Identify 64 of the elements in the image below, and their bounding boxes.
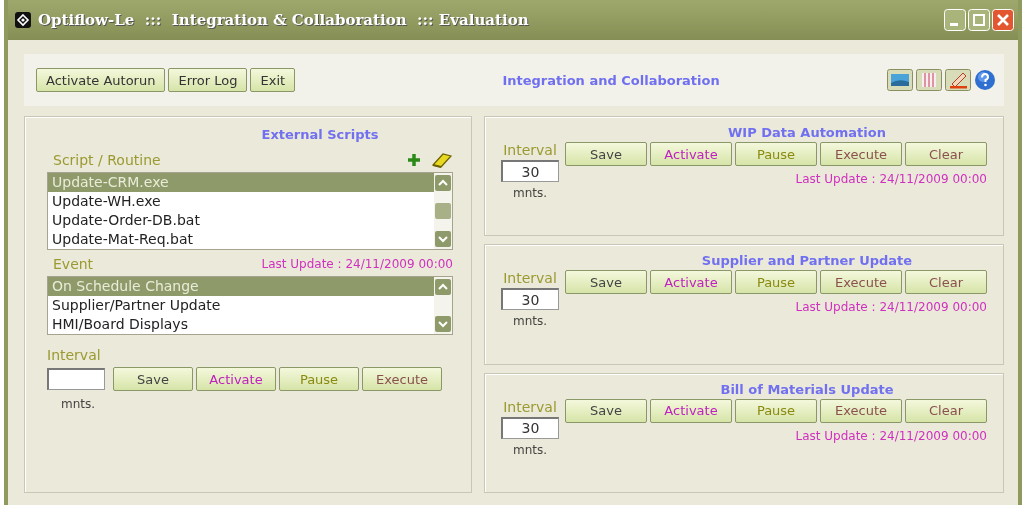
last-update-text: Last Update : 24/11/2009 00:00 bbox=[795, 172, 987, 186]
plus-icon[interactable] bbox=[407, 153, 421, 167]
list-item[interactable]: Update-Order-DB.bat bbox=[48, 211, 434, 230]
field-label: Event bbox=[53, 256, 94, 272]
unit-label: mnts. bbox=[512, 314, 548, 329]
panel-title: Supplier and Partner Update bbox=[700, 253, 914, 269]
eraser-icon[interactable] bbox=[431, 152, 453, 168]
last-update-text: Last Update : 24/11/2009 00:00 bbox=[795, 300, 987, 315]
unit-label: mnts. bbox=[60, 397, 97, 411]
field-label: Interval bbox=[47, 347, 102, 363]
action-button[interactable]: Save bbox=[565, 142, 647, 166]
scroll-down-icon[interactable] bbox=[435, 316, 451, 332]
action-button[interactable]: Save bbox=[113, 367, 193, 391]
panel-title: WIP Data Automation bbox=[727, 125, 887, 140]
close-icon[interactable] bbox=[992, 9, 1014, 31]
app-logo-icon bbox=[14, 11, 32, 29]
field-label: Interval bbox=[503, 142, 557, 158]
list-item[interactable]: Update-Mat-Req.bat bbox=[48, 230, 434, 249]
toolbar-button[interactable]: Exit bbox=[250, 68, 296, 92]
field-label: Interval bbox=[503, 398, 557, 415]
action-button[interactable]: Clear bbox=[905, 398, 987, 423]
columns-icon[interactable] bbox=[916, 69, 942, 91]
action-button[interactable]: Activate bbox=[650, 142, 732, 166]
last-update-text: Last Update : 24/11/2009 00:00 bbox=[261, 257, 453, 271]
action-button[interactable]: Execute bbox=[820, 142, 902, 166]
interval-field[interactable] bbox=[47, 368, 105, 390]
image-icon[interactable] bbox=[887, 69, 913, 91]
toolbar-button[interactable]: Activate Autorun bbox=[36, 68, 166, 92]
action-button[interactable]: Activate bbox=[650, 398, 732, 423]
action-button[interactable]: Clear bbox=[905, 142, 987, 166]
panel-title: External Scripts bbox=[260, 127, 380, 142]
list-item[interactable]: HMI/Board Displays bbox=[48, 315, 434, 334]
action-button[interactable]: Activate bbox=[650, 270, 732, 295]
action-button[interactable]: Execute bbox=[820, 270, 902, 295]
last-update-text: Last Update : 24/11/2009 00:00 bbox=[795, 428, 987, 443]
action-button[interactable]: Save bbox=[565, 398, 647, 423]
interval-field[interactable]: 30 bbox=[501, 416, 559, 439]
unit-label: mnts. bbox=[512, 442, 548, 457]
pencil-icon[interactable] bbox=[945, 69, 971, 91]
scroll-thumb[interactable] bbox=[435, 203, 451, 219]
minimize-icon[interactable] bbox=[944, 9, 966, 31]
event-list[interactable]: On Schedule Change Supplier/Partner Update HMI/Board Displays bbox=[47, 276, 453, 335]
unit-label: mnts. bbox=[512, 186, 548, 200]
scroll-up-icon[interactable] bbox=[435, 279, 451, 295]
field-label: Script / Routine bbox=[53, 152, 161, 168]
list-item[interactable]: Supplier/Partner Update bbox=[48, 296, 434, 315]
page-heading: Integration and Collaboration bbox=[501, 72, 721, 88]
field-label: Interval bbox=[503, 270, 557, 287]
scroll-up-icon[interactable] bbox=[435, 175, 451, 191]
list-item[interactable]: Update-WH.exe bbox=[48, 192, 434, 211]
maximize-icon[interactable] bbox=[968, 9, 990, 31]
script-list[interactable]: Update-CRM.exe Update-WH.exe Update-Order-DB.bat Update-Mat-Req.bat bbox=[47, 172, 453, 250]
action-button[interactable]: Clear bbox=[905, 270, 987, 295]
help-icon[interactable] bbox=[974, 69, 996, 91]
action-button[interactable]: Execute bbox=[820, 398, 902, 423]
window-title: Optiflow-Le ::: Integration & Collaboration ::: Evaluation bbox=[38, 11, 530, 29]
action-button[interactable]: Activate bbox=[196, 367, 276, 391]
scroll-down-icon[interactable] bbox=[435, 231, 451, 247]
toolbar-button[interactable]: Error Log bbox=[168, 68, 248, 92]
interval-field[interactable]: 30 bbox=[501, 160, 559, 182]
panel-title: Bill of Materials Update bbox=[719, 381, 895, 397]
action-button[interactable]: Save bbox=[565, 270, 647, 295]
action-button[interactable]: Execute bbox=[362, 367, 442, 391]
interval-field[interactable]: 30 bbox=[501, 288, 559, 311]
